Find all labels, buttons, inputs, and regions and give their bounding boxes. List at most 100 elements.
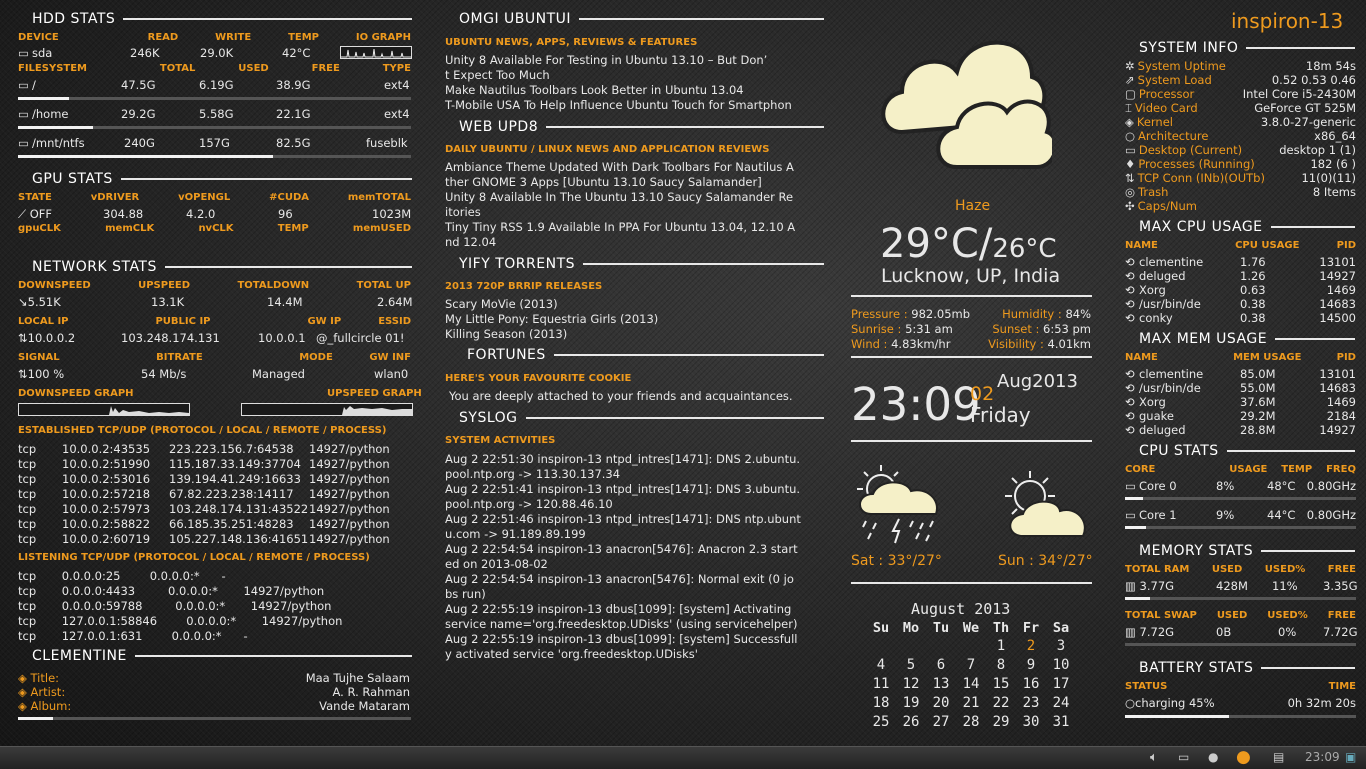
col-temp: TEMP xyxy=(277,223,309,234)
net-header-3: SIGNAL BITRATE MODE GW INF xyxy=(18,352,411,363)
sysinfo-label: ♦ Processes (Running) xyxy=(1125,157,1255,171)
sysinfo-value: 182 (6 ) xyxy=(1310,157,1356,171)
sysinfo-value: Intel Core i5-2430M xyxy=(1242,87,1356,101)
col-essid: ESSID xyxy=(378,316,411,327)
show-desktop-icon[interactable]: ▣ xyxy=(1345,750,1356,764)
clem-progress-fill xyxy=(18,717,54,720)
yify-subtitle: 2013 720P BRRIP RELEASES xyxy=(445,281,603,292)
process-icon: ⟲ xyxy=(1125,311,1135,325)
connection-cell: 14927/python xyxy=(309,457,390,471)
cpu-title: CPU STATS xyxy=(1139,443,1355,459)
net-total-down: 14.4M xyxy=(267,295,303,309)
calendar-day: 13 xyxy=(932,675,950,692)
clem-progress xyxy=(18,717,411,720)
col-publicip: PUBLIC IP xyxy=(155,316,211,327)
list-item: u.com -> 91.189.89.199 xyxy=(445,527,586,541)
connection-cell: 10.0.0.2:58822 xyxy=(62,517,151,531)
clementine-tray-icon[interactable]: ● xyxy=(1236,747,1251,767)
connection-cell: 14927/python xyxy=(309,442,390,456)
divider xyxy=(525,417,824,419)
list-item: Tiny Tiny RSS 1.9 Available In PPA For U… xyxy=(445,220,796,234)
sysinfo-icon: ⌶ xyxy=(1125,101,1132,115)
fs-type: fuseblk xyxy=(366,136,408,150)
process-pid: 1469 xyxy=(1326,395,1356,409)
weather-temp-value: 29°C/ xyxy=(880,221,993,267)
sysinfo-label-text: TCP Conn (INb)(OUTb) xyxy=(1137,171,1265,185)
fs-usage-fill xyxy=(18,97,70,100)
pressure: Pressure : 982.05mb xyxy=(851,307,970,321)
clock-day: 02 xyxy=(970,383,995,405)
list-item: Aug 2 22:51:41 inspiron-13 ntpd_intres[1… xyxy=(445,482,801,496)
downspeed-graph xyxy=(18,403,190,416)
calendar-body: 1 2 3 4 5 6 7 8 9 10 11 12 13 14 15 16 17 18 19 20 21 22 23 24 2… xyxy=(866,636,1076,731)
calendar-day xyxy=(926,636,956,655)
col-total-swap: TOTAL SWAP xyxy=(1125,610,1197,621)
drop-icon[interactable]: ● xyxy=(1208,750,1218,764)
divider xyxy=(1246,47,1355,49)
sysinfo-icon: ⇅ xyxy=(1125,171,1135,185)
col-signal: SIGNAL xyxy=(18,352,60,363)
process-pid: 14683 xyxy=(1319,297,1356,311)
battery-icon: ○ xyxy=(1125,696,1136,710)
net-gwinf: wlan0 xyxy=(374,367,409,381)
clem-label-text: Title: xyxy=(30,671,60,685)
cpu-core-usage: 9% xyxy=(1216,508,1235,522)
fs-mount: /home xyxy=(32,107,69,121)
listening-title: LISTENING TCP/UDP (PROTOCOL / LOCAL / RE… xyxy=(18,552,370,563)
forecast-sun: Sun : 34°/27° xyxy=(998,553,1093,569)
network-tray-icon[interactable]: ▤ xyxy=(1273,750,1284,764)
device-write: 29.0K xyxy=(200,46,234,60)
diamond-icon: ◈ xyxy=(18,685,27,699)
divider xyxy=(164,266,412,268)
col-state: STATE xyxy=(18,192,52,203)
gpu-state-value: OFF xyxy=(29,207,52,221)
sysinfo-icon: ○ xyxy=(1125,129,1136,143)
listening-row: tcp 127.0.0.1:631 0.0.0.0:* - xyxy=(18,629,248,643)
col-free: FREE xyxy=(1327,564,1356,575)
col-name: NAME xyxy=(1125,352,1158,363)
disk-icon: ▭ xyxy=(18,136,29,150)
sysinfo-row: ⌶ Video Card GeForce GT 525M xyxy=(1125,101,1356,116)
cpu-top-title-text: MAX CPU USAGE xyxy=(1139,219,1263,235)
taskbar-clock[interactable]: 23:09 xyxy=(1305,750,1340,764)
connection-cell: 14927/python xyxy=(309,472,390,486)
process-usage: 28.8M xyxy=(1240,423,1276,437)
col-vopengl: vOPENGL xyxy=(178,192,231,203)
process-icon: ⟲ xyxy=(1125,255,1135,269)
process-usage: 29.2M xyxy=(1240,409,1276,423)
volume-icon[interactable]: 🔈︎ xyxy=(1150,750,1158,765)
col-cpu-usage: CPU USAGE xyxy=(1235,240,1300,251)
established-title: ESTABLISHED TCP/UDP (PROTOCOL / LOCAL / … xyxy=(18,425,387,436)
fs-used: 6.19G xyxy=(199,78,234,92)
calendar-day xyxy=(866,636,896,655)
cpu-core-bar xyxy=(1125,497,1356,500)
sysinfo-label-text: System Load xyxy=(1137,73,1212,87)
process-usage: 0.63 xyxy=(1240,283,1266,297)
gpu-memtotal: 1023M xyxy=(372,207,412,221)
col-freq: FREQ xyxy=(1326,464,1356,475)
partly-cloudy-icon xyxy=(1005,471,1086,537)
hdd-title: HDD STATS xyxy=(32,11,412,27)
col-totaldown: TOTALDOWN xyxy=(237,280,310,291)
sysinfo-icon: ✲ xyxy=(1125,59,1135,73)
sysinfo-icon: ▢ xyxy=(1125,87,1136,101)
battery-tray-icon[interactable]: ▭ xyxy=(1178,750,1189,764)
gpu-header: STATE vDRIVER vOPENGL #CUDA memTOTAL xyxy=(18,192,411,203)
sysinfo-title: SYSTEM INFO xyxy=(1139,40,1355,56)
process-name: clementine xyxy=(1139,255,1204,269)
list-item: My Little Pony: Equestria Girls (2013) xyxy=(445,312,659,326)
list-item: Aug 2 22:54:54 inspiron-13 anacron[5476]… xyxy=(445,542,798,556)
sysinfo-row: ◎ Trash 8 Items xyxy=(1125,185,1356,199)
sysinfo-label-text: Kernel xyxy=(1136,115,1173,129)
net-bitrate: 54 Mb/s xyxy=(141,367,187,381)
list-item: pool.ntp.org -> 120.88.46.10 xyxy=(445,497,613,511)
fs-usage-fill xyxy=(18,126,93,129)
calendar-weekday: Su xyxy=(872,620,890,636)
calendar-day: 31 xyxy=(1052,713,1070,730)
sysinfo-label-text: Trash xyxy=(1138,185,1169,199)
downspeed-graph-plot xyxy=(19,406,189,415)
fortunes-title-text: FORTUNES xyxy=(467,347,546,363)
calendar-day: 12 xyxy=(902,675,920,692)
list-item: t Expect Too Much xyxy=(445,68,550,82)
col-usedpct: USED% xyxy=(1264,564,1306,575)
